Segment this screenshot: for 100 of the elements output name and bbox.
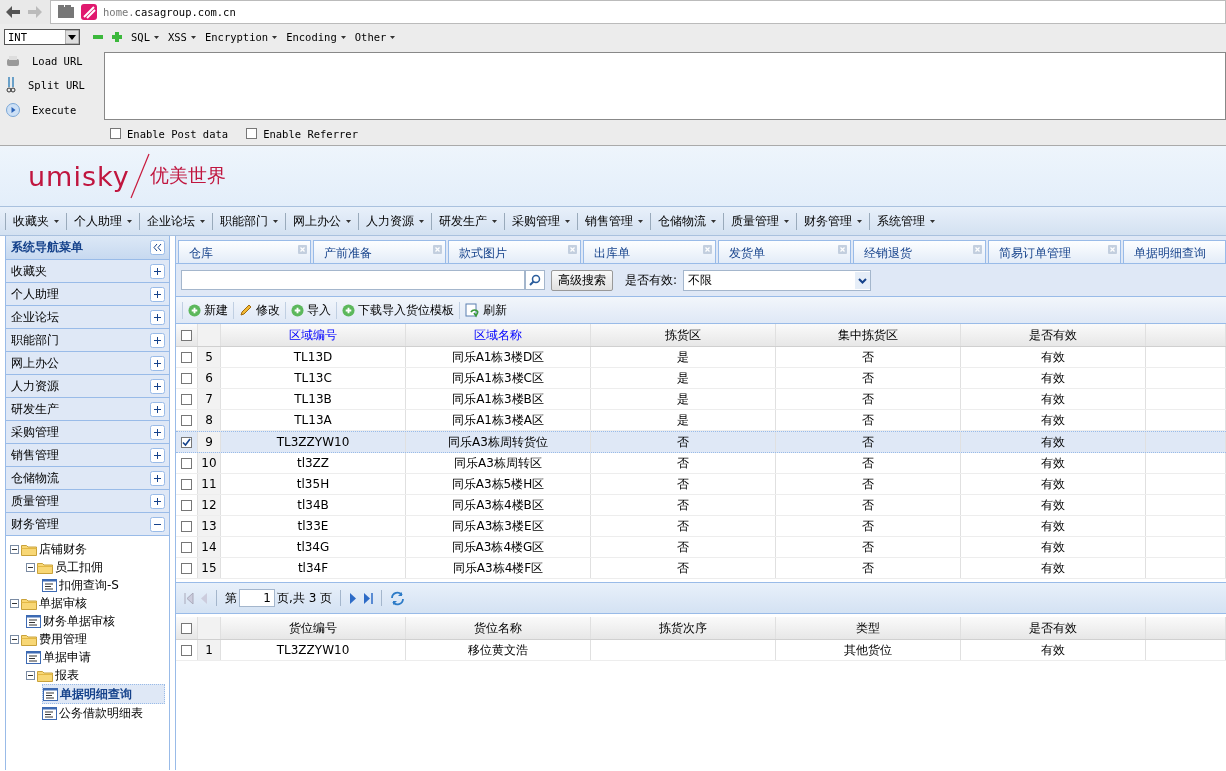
table-row[interactable]: 5 TL13D 同乐A1栋3楼D区 是 否 有效	[176, 347, 1226, 368]
menu-item[interactable]: 采购管理	[504, 212, 577, 230]
sidebar-item[interactable]: 个人助理	[6, 283, 169, 306]
tree-item[interactable]: 报表	[26, 666, 165, 684]
action-button[interactable]: Execute	[28, 104, 81, 117]
column-header[interactable]: 拣货次序	[591, 617, 776, 639]
next-page-icon[interactable]	[349, 592, 358, 604]
last-page-icon[interactable]	[363, 592, 374, 604]
tab[interactable]: 简易订单管理	[988, 240, 1121, 263]
menu-button[interactable]: SQL	[131, 31, 159, 43]
menu-item[interactable]: 仓储物流	[650, 212, 723, 230]
toolbar-button[interactable]: 导入	[285, 301, 336, 319]
row-checkbox[interactable]	[181, 499, 192, 511]
tab[interactable]: 仓库	[178, 240, 311, 263]
tree-item[interactable]: 财务单据审核	[26, 612, 165, 630]
menu-item[interactable]: 研发生产	[431, 212, 504, 230]
tree-item[interactable]: 公务借款明细表	[42, 704, 165, 722]
sidebar-item[interactable]: 采购管理	[6, 421, 169, 444]
table-row[interactable]: 6 TL13C 同乐A1栋3楼C区 是 否 有效	[176, 368, 1226, 389]
column-header[interactable]: 集中拣货区	[776, 324, 961, 346]
row-checkbox[interactable]	[181, 372, 192, 384]
sidebar-item[interactable]: 财务管理	[6, 513, 169, 536]
tab[interactable]: 产前准备	[313, 240, 446, 263]
refresh-icon[interactable]	[390, 590, 406, 606]
table-row[interactable]: 15 tl34F 同乐A3栋4楼F区 否 否 有效	[176, 558, 1226, 579]
tree-item[interactable]: 费用管理	[10, 630, 165, 648]
checkbox[interactable]	[110, 128, 121, 139]
page-input-field[interactable]: 1	[239, 589, 275, 607]
address-bar[interactable]: home.casagroup.com.cn	[50, 0, 1226, 24]
table-row[interactable]: 12 tl34B 同乐A3栋4楼B区 否 否 有效	[176, 495, 1226, 516]
sidebar-item[interactable]: 人力资源	[6, 375, 169, 398]
table-row[interactable]: 8 TL13A 同乐A1栋3楼A区 是 否 有效	[176, 410, 1226, 431]
row-checkbox[interactable]	[181, 393, 192, 405]
column-header[interactable]: 是否有效	[961, 617, 1146, 639]
tab[interactable]: 款式图片	[448, 240, 581, 263]
column-header[interactable]: 拣货区	[591, 324, 776, 346]
menu-item[interactable]: 企业论坛	[139, 212, 212, 230]
tree-item[interactable]: 店铺财务	[10, 540, 165, 558]
select-all-checkbox[interactable]	[181, 622, 192, 634]
collapse-icon[interactable]	[150, 240, 165, 255]
sidebar-item[interactable]: 仓储物流	[6, 467, 169, 490]
menu-item[interactable]: 财务管理	[796, 212, 869, 230]
type-select[interactable]: INT	[4, 29, 80, 45]
tree-item[interactable]: 员工扣佣	[26, 558, 165, 576]
search-field[interactable]	[181, 270, 525, 290]
action-button[interactable]: Split URL	[24, 79, 89, 92]
table-row[interactable]: 13 tl33E 同乐A3栋3楼E区 否 否 有效	[176, 516, 1226, 537]
menu-item[interactable]: 网上办公	[285, 212, 358, 230]
sidebar-item[interactable]: 研发生产	[6, 398, 169, 421]
row-checkbox[interactable]	[181, 414, 192, 426]
row-checkbox[interactable]	[181, 436, 192, 448]
sidebar-item[interactable]: 网上办公	[6, 352, 169, 375]
row-checkbox[interactable]	[181, 541, 192, 553]
sidebar-item[interactable]: 职能部门	[6, 329, 169, 352]
tree-item[interactable]: 扣佣查询-S	[42, 576, 165, 594]
toolbar-button[interactable]: 下载导入货位模板	[336, 301, 459, 319]
table-row[interactable]: 14 tl34G 同乐A3栋4楼G区 否 否 有效	[176, 537, 1226, 558]
column-header[interactable]: 类型	[776, 617, 961, 639]
toolbar-button[interactable]: 新建	[182, 301, 233, 319]
select-all-checkbox[interactable]	[181, 329, 192, 341]
action-button[interactable]: Load URL	[28, 55, 87, 68]
table-row[interactable]: 11 tl35H 同乐A3栋5楼H区 否 否 有效	[176, 474, 1226, 495]
sidebar-item[interactable]: 收藏夹	[6, 260, 169, 283]
tab[interactable]: 经销退货	[853, 240, 986, 263]
column-header[interactable]: 是否有效	[961, 324, 1146, 346]
sidebar-item[interactable]: 销售管理	[6, 444, 169, 467]
row-checkbox[interactable]	[181, 351, 192, 363]
table-row[interactable]: 1 TL3ZZYW10 移位黄文浩 其他货位 有效	[176, 640, 1226, 661]
row-checkbox[interactable]	[181, 520, 192, 532]
tab[interactable]: 出库单	[583, 240, 716, 263]
column-header[interactable]: 货位编号	[221, 617, 406, 639]
table-row[interactable]: 10 tl3ZZ 同乐A3栋周转区 否 否 有效	[176, 453, 1226, 474]
menu-item[interactable]: 收藏夹	[5, 212, 66, 230]
url-input-field[interactable]	[104, 52, 1226, 120]
menu-item[interactable]: 质量管理	[723, 212, 796, 230]
row-checkbox[interactable]	[181, 644, 192, 656]
menu-item[interactable]: 系统管理	[869, 212, 942, 230]
menu-item[interactable]: 职能部门	[212, 212, 285, 230]
search-button[interactable]	[525, 270, 545, 290]
menu-item[interactable]: 销售管理	[577, 212, 650, 230]
column-header[interactable]: 货位名称	[406, 617, 591, 639]
toolbar-button[interactable]: 修改	[233, 301, 285, 319]
column-header[interactable]: 区域名称	[406, 324, 591, 346]
row-checkbox[interactable]	[181, 457, 192, 469]
toolbar-button[interactable]: 刷新	[459, 301, 512, 319]
menu-button[interactable]: Other	[354, 31, 396, 43]
table-row[interactable]: 9 TL3ZZYW10 同乐A3栋周转货位 否 否 有效	[176, 431, 1226, 453]
menu-item[interactable]: 人力资源	[358, 212, 431, 230]
back-icon[interactable]	[6, 6, 20, 18]
menu-button[interactable]: Encryption	[204, 31, 278, 43]
tree-item[interactable]: 单据审核	[10, 594, 165, 612]
tree-item[interactable]: 单据明细查询	[42, 684, 165, 704]
checkbox[interactable]	[246, 128, 258, 139]
menu-item[interactable]: 个人助理	[66, 212, 139, 230]
sidebar-item[interactable]: 质量管理	[6, 490, 169, 513]
table-row[interactable]: 7 TL13B 同乐A1栋3楼B区 是 否 有效	[176, 389, 1226, 410]
row-checkbox[interactable]	[181, 478, 192, 490]
menu-button[interactable]: XSS	[167, 31, 196, 43]
row-checkbox[interactable]	[181, 562, 192, 574]
advanced-search-button[interactable]: 高级搜索	[551, 269, 613, 291]
